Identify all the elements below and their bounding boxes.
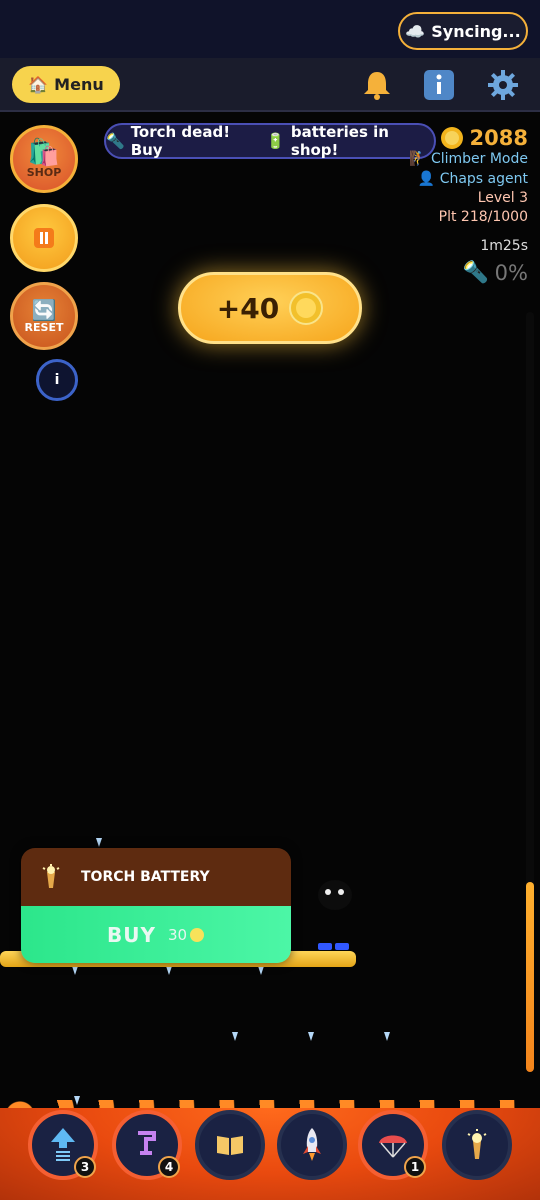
level-label: Level 3 [477, 190, 528, 206]
elapsed-timer: 1m25s [480, 238, 528, 254]
sync-button[interactable]: ☁️ Syncing... [398, 12, 528, 50]
platform-light [318, 943, 332, 950]
card-title: TORCH BATTERY [81, 869, 210, 885]
card-header: TORCH BATTERY [21, 848, 291, 906]
shop-button[interactable]: 🛍️ SHOP [10, 125, 78, 193]
player-eye [338, 889, 344, 895]
mode-label: Climber Mode [430, 151, 528, 167]
coin-value: 2088 [469, 126, 528, 150]
spike [308, 1032, 314, 1041]
info-icon[interactable] [420, 66, 458, 104]
menu-label: Menu [54, 75, 104, 94]
torch-battery-card: TORCH BATTERY BUY 30 [21, 848, 291, 963]
battery-icon: 🔋 [266, 132, 285, 150]
player-character [318, 880, 352, 910]
parachute-tool[interactable]: 1 [358, 1110, 428, 1180]
agent-label: Chaps agent [439, 171, 528, 187]
small-info-button[interactable]: i [36, 359, 78, 401]
grapple-icon [138, 1131, 156, 1155]
spring-arrow-icon [51, 1128, 75, 1161]
torch-icon [467, 1129, 487, 1159]
buy-button[interactable]: BUY 30 [21, 906, 291, 963]
torch-tool[interactable] [442, 1110, 512, 1180]
coin-icon [190, 927, 205, 942]
torch-icon [42, 864, 60, 888]
spring-jump-tool[interactable]: 3 [28, 1110, 98, 1180]
rocket-tool[interactable] [277, 1110, 347, 1180]
banner-text-start: Torch dead! Buy [130, 123, 231, 159]
game-mode: 🧗 Climber Mode [409, 151, 528, 167]
height-progress-fill [526, 882, 534, 1072]
reset-label: RESET [24, 320, 64, 334]
reset-button[interactable]: 🔄 RESET [10, 282, 78, 350]
sync-label: Syncing... [431, 21, 521, 41]
reward-popup: +40 [178, 272, 362, 344]
coin-counter: 2088 [440, 122, 528, 154]
mode-icon: 🧗 [409, 151, 427, 167]
reset-icon: 🔄 [31, 297, 57, 322]
shop-label: SHOP [26, 165, 62, 179]
small-info-label: i [54, 372, 60, 388]
tool-count-badge: 4 [158, 1156, 180, 1178]
buy-label: BUY [106, 922, 156, 947]
bell-icon[interactable] [358, 66, 396, 104]
pause-icon [34, 228, 54, 248]
pause-button[interactable] [10, 204, 78, 272]
spike [166, 966, 172, 975]
person-icon: 👤 [417, 171, 436, 187]
cloud-icon: ☁️ [405, 21, 426, 41]
torch-level: 🔦 0% [463, 260, 528, 285]
tool-count-badge: 1 [404, 1156, 426, 1178]
book-icon [217, 1136, 243, 1155]
platform-counter: Plt 218/1000 [438, 209, 528, 225]
spike [96, 838, 102, 847]
reward-amount: +40 [216, 291, 280, 325]
home-icon: 🏠 [28, 75, 49, 94]
gear-icon[interactable] [484, 66, 522, 104]
coin-icon [440, 127, 463, 149]
torch-percent: 0% [494, 260, 528, 285]
book-tool[interactable] [195, 1110, 265, 1180]
spike [232, 1032, 238, 1041]
tool-count-badge: 3 [74, 1156, 96, 1178]
price: 30 [168, 926, 205, 944]
navbar: 🏠 Menu [0, 58, 540, 112]
shopping-bag-icon: 🛍️ [27, 137, 61, 168]
agent-name: 👤 Chaps agent [418, 171, 528, 187]
grapple-tool[interactable]: 4 [112, 1110, 182, 1180]
parachute-icon [379, 1135, 407, 1158]
coin-icon [289, 291, 324, 325]
rocket-icon [303, 1128, 321, 1161]
flashlight-icon: 🔦 [106, 132, 125, 150]
price-value: 30 [167, 925, 188, 944]
torch-dead-banner: 🔦 Torch dead! Buy 🔋 batteries in shop! [104, 123, 436, 159]
spike [72, 966, 78, 975]
menu-button[interactable]: 🏠 Menu [12, 66, 120, 103]
flashlight-icon: 🔦 [462, 260, 489, 284]
spike [258, 966, 264, 975]
player-eye [325, 889, 331, 895]
platform-light [335, 943, 349, 950]
spike [384, 1032, 390, 1041]
